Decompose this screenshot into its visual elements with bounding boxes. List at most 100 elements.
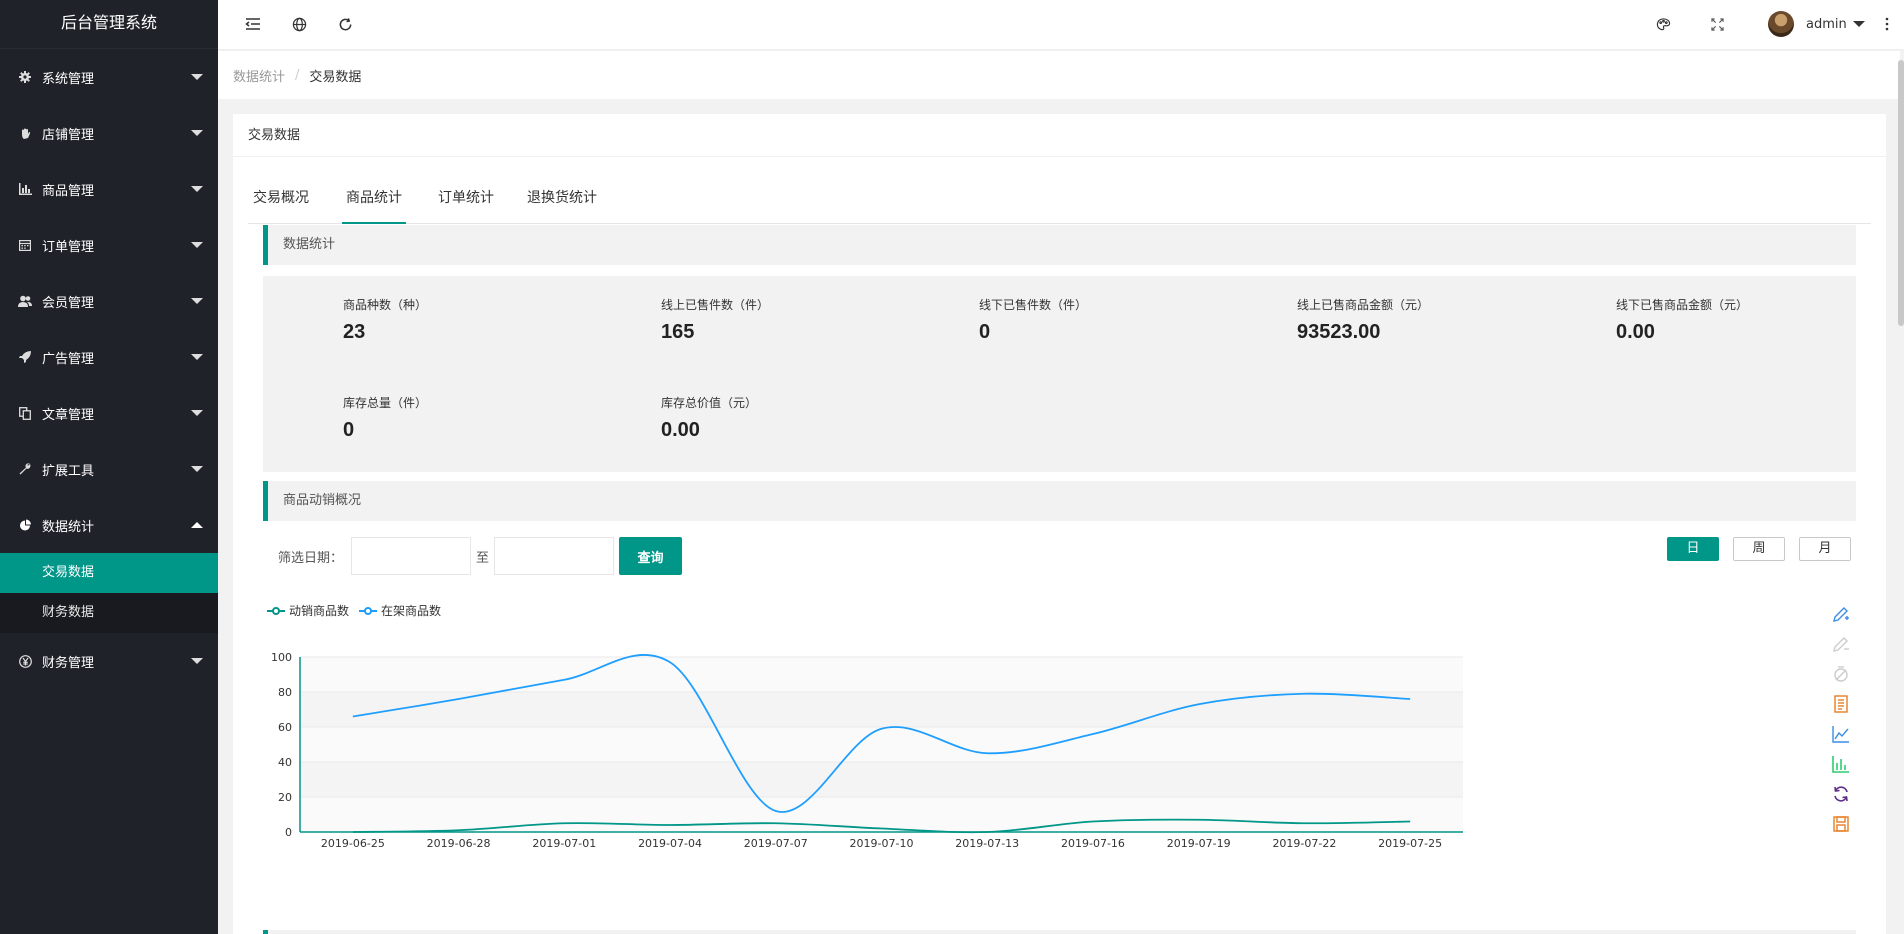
sidebar-item-article[interactable]: 文章管理 bbox=[0, 385, 218, 441]
sidebar-item-order[interactable]: 订单管理 bbox=[0, 217, 218, 273]
sidebar-item-label: 广告管理 bbox=[42, 351, 95, 367]
hand-icon bbox=[18, 126, 32, 140]
save-image-icon[interactable] bbox=[1831, 814, 1851, 834]
stats-panel: 商品种数（种） 23 线上已售件数（件） 165 线下已售件数（件） 0 线上已… bbox=[263, 276, 1856, 472]
end-date-input[interactable] bbox=[494, 537, 615, 575]
date-filter: 筛选日期： 至 查询 bbox=[263, 536, 683, 576]
sidebar-item-label: 数据统计 bbox=[42, 519, 95, 535]
section-data-stats: 数据统计 bbox=[263, 225, 1856, 265]
legend-item-onshelf[interactable]: 在架商品数 bbox=[359, 602, 441, 619]
chevron-down-icon bbox=[191, 298, 203, 304]
sidebar-item-system[interactable]: 系统管理 bbox=[0, 49, 218, 105]
period-week-button[interactable]: 周 bbox=[1733, 537, 1785, 561]
tab-transaction-overview[interactable]: 交易概况 bbox=[248, 172, 314, 224]
main-card: 交易数据 交易概况 商品统计 订单统计 退换货统计 数据统计 商品种数（种） 2… bbox=[233, 114, 1886, 934]
chart-band bbox=[300, 727, 1463, 762]
sidebar-item-member[interactable]: 会员管理 bbox=[0, 273, 218, 329]
breadcrumb-parent[interactable]: 数据统计 bbox=[233, 66, 285, 85]
more-vertical-icon[interactable] bbox=[1878, 15, 1896, 33]
legend-label: 动销商品数 bbox=[289, 604, 350, 618]
start-date-input[interactable] bbox=[351, 537, 472, 575]
chevron-down-icon bbox=[1852, 21, 1865, 27]
stat-value: 23 bbox=[343, 321, 366, 343]
mark-undo-icon[interactable] bbox=[1831, 634, 1851, 654]
filter-label: 筛选日期： bbox=[278, 550, 344, 566]
y-tick-label: 100 bbox=[271, 651, 292, 664]
tab-return-stats[interactable]: 退换货统计 bbox=[524, 172, 600, 224]
sales-line-chart: 0 20 40 60 80 100 2019-06-25 2019-06-28 2019-07-… bbox=[271, 651, 1463, 850]
section-sales-overview: 商品动销概况 bbox=[263, 481, 1856, 521]
chart-toolbox bbox=[1831, 604, 1855, 844]
theme-palette-icon[interactable] bbox=[1654, 15, 1672, 33]
sidebar-subitem-finance-data[interactable]: 财务数据 bbox=[0, 593, 218, 633]
vertical-scrollbar[interactable] bbox=[1898, 60, 1904, 326]
sidebar-item-statistics[interactable]: 数据统计 bbox=[0, 497, 218, 553]
avatar bbox=[1768, 11, 1794, 37]
x-tick-label: 2019-07-22 bbox=[1272, 837, 1336, 850]
chart-legend: 动销商品数 在架商品数 bbox=[267, 602, 451, 619]
line-chart-icon[interactable] bbox=[1831, 724, 1851, 744]
y-tick-label: 40 bbox=[278, 756, 292, 769]
tab-order-stats[interactable]: 订单统计 bbox=[436, 172, 496, 224]
refresh-icon[interactable] bbox=[336, 15, 354, 33]
app-title: 后台管理系统 bbox=[0, 0, 218, 49]
legend-marker bbox=[267, 606, 285, 616]
x-tick-label: 2019-07-19 bbox=[1167, 837, 1231, 850]
next-section-edge bbox=[263, 930, 1856, 934]
chart-band bbox=[300, 657, 1463, 692]
y-tick-label: 0 bbox=[285, 826, 292, 839]
x-tick-label: 2019-07-10 bbox=[850, 837, 914, 850]
pie-chart-icon bbox=[18, 518, 32, 532]
bar-chart-icon bbox=[18, 182, 32, 196]
sidebar-nav: 系统管理店铺管理商品管理订单管理会员管理广告管理文章管理扩展工具数据统计交易数据… bbox=[0, 49, 218, 689]
user-menu[interactable]: admin bbox=[1768, 11, 1865, 37]
stat-label: 库存总价值（元） bbox=[661, 396, 758, 410]
x-tick-label: 2019-07-13 bbox=[955, 837, 1019, 850]
restore-icon[interactable] bbox=[1831, 784, 1851, 804]
sidebar-item-tools[interactable]: 扩展工具 bbox=[0, 441, 218, 497]
sidebar-item-product[interactable]: 商品管理 bbox=[0, 161, 218, 217]
fullscreen-icon[interactable] bbox=[1708, 15, 1726, 33]
menu-collapse-icon[interactable] bbox=[244, 15, 262, 33]
bar-chart-icon[interactable] bbox=[1831, 754, 1851, 774]
yen-icon bbox=[18, 654, 32, 668]
sidebar: 后台管理系统 系统管理店铺管理商品管理订单管理会员管理广告管理文章管理扩展工具数… bbox=[0, 0, 218, 934]
stat-online-sold-amount: 线上已售商品金额（元） 93523.00 bbox=[1297, 296, 1597, 344]
legend-label: 在架商品数 bbox=[381, 604, 442, 618]
breadcrumb-current: 交易数据 bbox=[309, 69, 362, 85]
sidebar-item-finance[interactable]: 财务管理 bbox=[0, 633, 218, 689]
stat-label: 商品种数（种） bbox=[343, 298, 428, 312]
mark-clear-icon[interactable] bbox=[1831, 664, 1851, 684]
sidebar-item-label: 订单管理 bbox=[42, 239, 95, 255]
query-button[interactable]: 查询 bbox=[619, 537, 683, 575]
chart-band bbox=[300, 797, 1463, 832]
x-tick-label: 2019-07-01 bbox=[532, 837, 596, 850]
chevron-down-icon bbox=[191, 130, 203, 136]
sidebar-item-shop[interactable]: 店铺管理 bbox=[0, 105, 218, 161]
sidebar-item-ad[interactable]: 广告管理 bbox=[0, 329, 218, 385]
breadcrumb-separator: / bbox=[295, 67, 300, 83]
card-title: 交易数据 bbox=[233, 114, 1886, 157]
legend-item-moving[interactable]: 动销商品数 bbox=[267, 602, 349, 619]
breadcrumb: 数据统计 / 交易数据 bbox=[218, 51, 1900, 99]
chevron-down-icon bbox=[191, 410, 203, 416]
sidebar-subitem-transaction-data[interactable]: 交易数据 bbox=[0, 553, 218, 593]
globe-icon[interactable] bbox=[290, 15, 308, 33]
mark-icon[interactable] bbox=[1831, 604, 1851, 624]
sidebar-item-label: 扩展工具 bbox=[42, 463, 95, 479]
sidebar-item-label: 店铺管理 bbox=[42, 127, 95, 143]
stat-offline-sold-count: 线下已售件数（件） 0 bbox=[979, 296, 1279, 344]
period-day-button[interactable]: 日 bbox=[1667, 537, 1719, 561]
period-month-button[interactable]: 月 bbox=[1799, 537, 1851, 561]
sidebar-item-label: 财务管理 bbox=[42, 655, 95, 671]
x-tick-label: 2019-07-07 bbox=[744, 837, 808, 850]
sidebar-item-label: 会员管理 bbox=[42, 295, 95, 311]
data-view-icon[interactable] bbox=[1831, 694, 1851, 714]
tab-product-stats[interactable]: 商品统计 bbox=[342, 172, 406, 224]
sidebar-item-label: 文章管理 bbox=[42, 407, 95, 423]
wrench-icon bbox=[18, 462, 32, 476]
users-icon bbox=[18, 294, 32, 308]
stat-value: 0 bbox=[979, 321, 991, 343]
stat-value: 0.00 bbox=[661, 419, 700, 441]
gear-icon bbox=[18, 70, 32, 84]
